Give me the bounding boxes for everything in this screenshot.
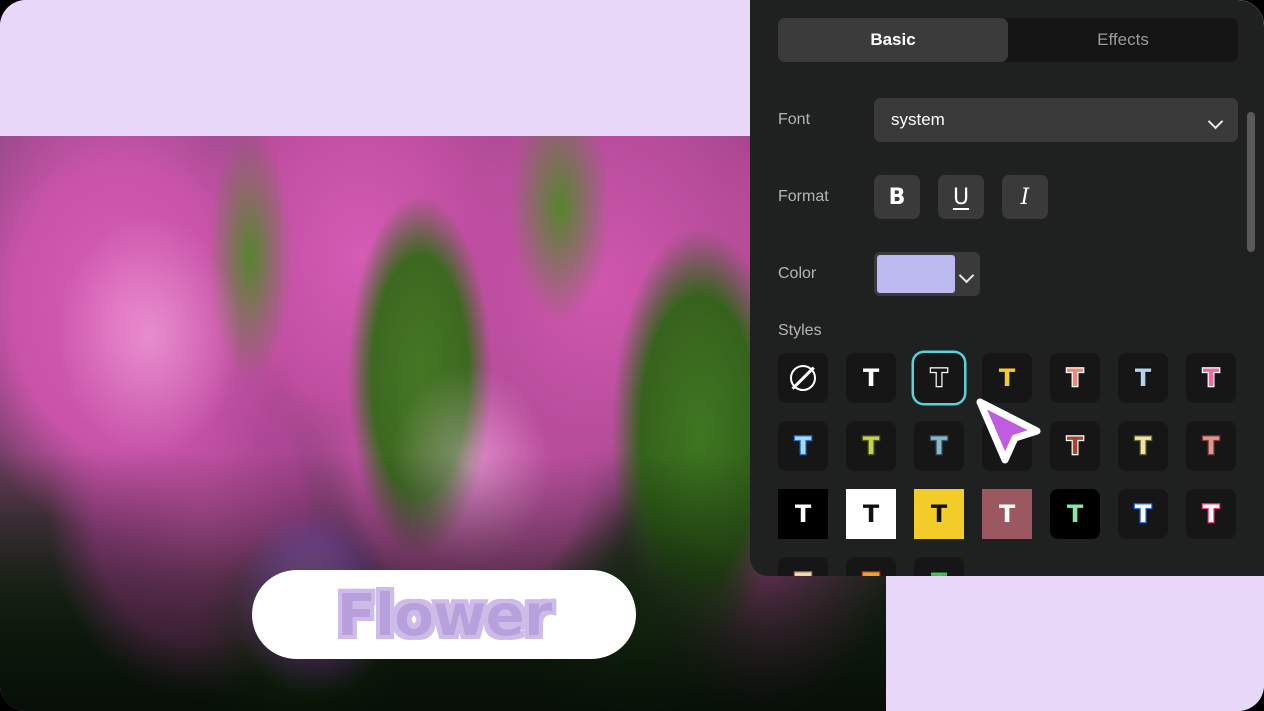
style-glyph: T (862, 432, 881, 460)
style-tile-style-olive[interactable]: T (846, 421, 896, 471)
font-select-value: system (891, 110, 945, 129)
style-tile-style-sand[interactable]: T (778, 557, 828, 576)
tab-effects-label: Effects (1097, 30, 1149, 49)
style-glyph: T (998, 364, 1016, 392)
style-glyph: T (998, 500, 1016, 528)
panel-scrollbar-track[interactable] (1247, 16, 1255, 561)
style-tile-style-outline[interactable]: T (914, 353, 964, 403)
style-glyph: T (1134, 432, 1153, 460)
style-tile-style-maroonbox[interactable]: T (982, 489, 1032, 539)
color-picker[interactable] (874, 252, 980, 296)
color-label: Color (778, 265, 817, 282)
style-glyph: T (930, 432, 949, 460)
font-select[interactable]: system (874, 98, 1238, 142)
style-glyph: T (794, 569, 813, 576)
italic-glyph: I (1020, 184, 1030, 210)
style-glyph: T (1134, 364, 1153, 392)
styles-label: Styles (778, 322, 822, 339)
style-tile-style-pinkshadow[interactable]: T (1186, 489, 1236, 539)
tab-basic[interactable]: Basic (778, 18, 1008, 62)
color-swatch[interactable] (877, 255, 955, 293)
style-tile-style-blackbox[interactable]: T (778, 489, 828, 539)
panel-scrollbar-thumb[interactable] (1247, 112, 1255, 252)
panel-tabs: Basic Effects (778, 18, 1238, 62)
style-tile-style-plain[interactable]: T (846, 353, 896, 403)
style-glyph: T (1066, 364, 1085, 392)
style-glyph: T (1066, 432, 1085, 460)
style-tile-style-skyblue[interactable]: T (778, 421, 828, 471)
style-glyph: T (1202, 500, 1221, 528)
style-glyph: T (862, 569, 881, 576)
font-row: Font system (778, 98, 1238, 142)
tab-effects[interactable]: Effects (1008, 18, 1238, 62)
underline-button[interactable]: U (938, 175, 984, 219)
format-label: Format (778, 188, 829, 205)
style-tile-style-mint[interactable]: T (1050, 489, 1100, 539)
font-label: Font (778, 111, 811, 128)
style-tile-style-lightblue[interactable]: T (1118, 353, 1168, 403)
text-properties-panel: Basic Effects Font system Format B U I C… (750, 0, 1264, 576)
style-tile-style-whitebox[interactable]: T (846, 489, 896, 539)
style-glyph: T (794, 432, 813, 460)
underline-glyph: U (952, 184, 970, 210)
style-glyph: T (1134, 500, 1153, 528)
bold-button[interactable]: B (874, 175, 920, 219)
tab-basic-label: Basic (870, 30, 916, 49)
style-tile-style-cream[interactable]: T (1118, 421, 1168, 471)
chevron-down-icon (960, 270, 975, 279)
color-row: Color (778, 252, 1238, 296)
style-tile-style-pink[interactable]: T (1186, 353, 1236, 403)
style-glyph: T (930, 569, 949, 576)
style-tile-style-salmon[interactable]: T (1050, 353, 1100, 403)
style-tile-style-green[interactable]: T (914, 557, 964, 576)
app-root: Flower Basic Effects Font system Format (0, 0, 1264, 711)
style-tile-style-steelblue[interactable]: T (914, 421, 964, 471)
format-row: Format B U I (778, 175, 1238, 219)
style-tile-style-brick[interactable]: T (1050, 421, 1100, 471)
text-overlay-chip[interactable]: Flower (252, 570, 636, 659)
style-tile-no-style[interactable] (778, 353, 828, 403)
text-overlay-label[interactable]: Flower (335, 579, 554, 650)
style-glyph: T (862, 500, 880, 528)
style-glyph: T (1066, 500, 1084, 528)
color-chevron-wrap[interactable] (955, 270, 980, 279)
style-tile-style-rose[interactable]: T (1186, 421, 1236, 471)
style-glyph: T (1202, 364, 1221, 392)
style-glyph: T (862, 364, 880, 392)
style-glyph: T (794, 500, 812, 528)
bold-glyph: B (888, 184, 906, 210)
styles-grid: T T T T T T T T T T T T T T T T T T T T T T T (778, 353, 1238, 576)
style-tile-style-hidden[interactable]: T (982, 421, 1032, 471)
style-glyph: T (930, 500, 948, 528)
italic-button[interactable]: I (1002, 175, 1048, 219)
style-tile-style-yellow[interactable]: T (982, 353, 1032, 403)
style-glyph: T (998, 432, 1017, 460)
style-glyph: T (930, 364, 949, 392)
no-style-icon (790, 365, 816, 391)
style-tile-style-blueshadow[interactable]: T (1118, 489, 1168, 539)
chevron-down-icon (1209, 116, 1224, 125)
style-tile-style-orange[interactable]: T (846, 557, 896, 576)
style-tile-style-yellowbox[interactable]: T (914, 489, 964, 539)
style-glyph: T (1202, 432, 1221, 460)
